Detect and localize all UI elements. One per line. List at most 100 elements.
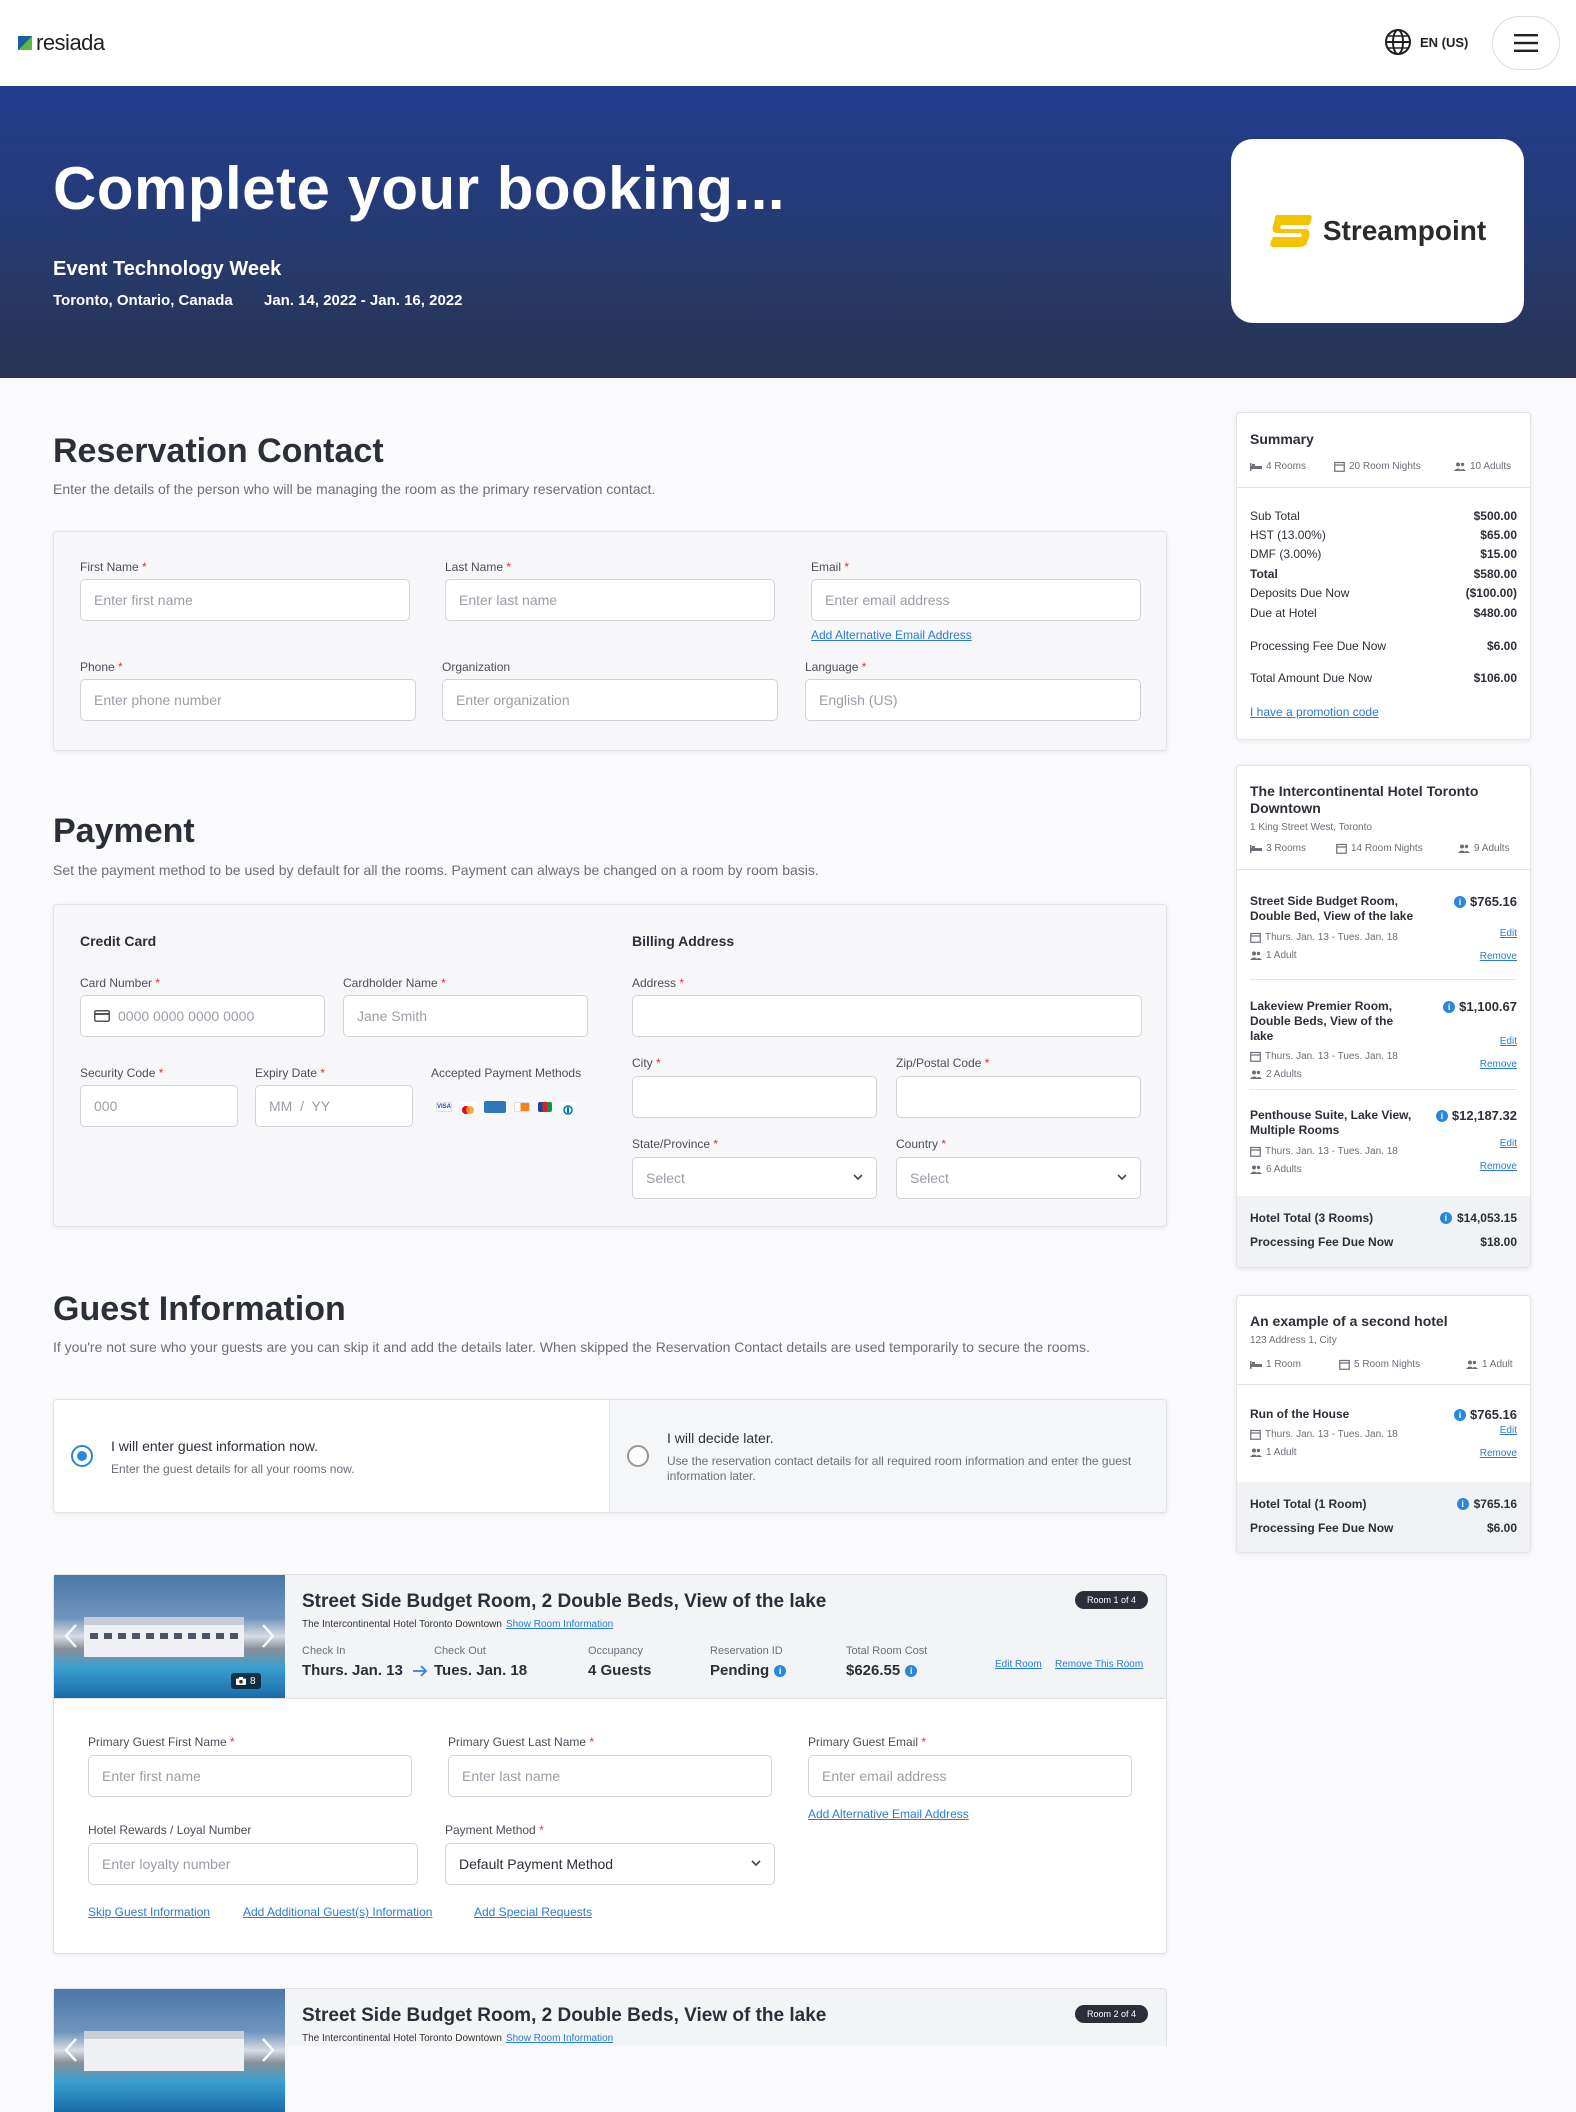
room-guests: 2 Adults	[1250, 1069, 1302, 1080]
skip-guest-information-link[interactable]: Skip Guest Information	[88, 1905, 210, 1919]
loyalty-number-input[interactable]: Enter loyalty number	[88, 1843, 418, 1885]
organization-input[interactable]: Enter organization	[442, 679, 778, 721]
first-name-input[interactable]: Enter first name	[80, 579, 410, 621]
zip-label: Zip/Postal Code *	[896, 1056, 990, 1070]
photo-count-badge[interactable]: 8	[231, 1673, 261, 1689]
add-additional-guests-link[interactable]: Add Additional Guest(s) Information	[243, 1905, 432, 1919]
reservation-id-label: Reservation ID	[710, 1645, 783, 1657]
reservation-contact-subtitle: Enter the details of the person who will…	[53, 481, 656, 497]
edit-room-link[interactable]: Edit	[1500, 928, 1517, 939]
calendar-icon	[1334, 461, 1345, 472]
primary-guest-email-input[interactable]: Enter email address	[808, 1755, 1132, 1797]
primary-guest-last-name-input[interactable]: Enter last name	[448, 1755, 772, 1797]
edit-room-link[interactable]: Edit	[1500, 1036, 1517, 1047]
room-photo[interactable]: 8	[54, 1575, 285, 1698]
room-guests: 1 Adult	[1250, 950, 1297, 961]
people-icon	[1250, 1448, 1262, 1457]
last-name-input[interactable]: Enter last name	[445, 579, 775, 621]
primary-guest-email-label: Primary Guest Email *	[808, 1735, 927, 1749]
city-input[interactable]	[632, 1076, 877, 1118]
payment-form: Credit Card Card Number * 0000 0000 0000…	[53, 904, 1167, 1227]
remove-room-link[interactable]: Remove	[1480, 1059, 1517, 1070]
calendar-icon	[1250, 1146, 1261, 1157]
hotel-processing-fee-row: Processing Fee Due Now $18.00	[1250, 1235, 1517, 1249]
room-photo[interactable]	[54, 1989, 285, 2112]
promotion-code-link[interactable]: I have a promotion code	[1250, 705, 1379, 719]
language-selector[interactable]: EN (US)	[1384, 28, 1468, 56]
summary-nights: 20 Room Nights	[1334, 461, 1421, 472]
remove-room-link[interactable]: Remove	[1480, 951, 1517, 962]
photo-count: 8	[250, 1675, 256, 1687]
guest-information-subtitle: If you're not sure who your guests are y…	[53, 1339, 1090, 1355]
edit-room-link[interactable]: Edit	[1500, 1425, 1517, 1436]
resiada-logo[interactable]: resiada	[18, 30, 105, 56]
decide-later-radio[interactable]	[627, 1445, 649, 1467]
expiry-date-input[interactable]: MM / YY	[255, 1085, 413, 1127]
phone-input[interactable]: Enter phone number	[80, 679, 416, 721]
zip-input[interactable]	[896, 1076, 1141, 1118]
remove-room-link[interactable]: Remove	[1480, 1448, 1517, 1459]
language-field-label: Language *	[805, 660, 867, 674]
chevron-left-icon[interactable]	[64, 2037, 78, 2063]
chevron-right-icon[interactable]	[261, 1623, 275, 1649]
chevron-down-icon	[1117, 1174, 1127, 1181]
billing-address-heading: Billing Address	[632, 933, 735, 949]
page-title: Complete your booking...	[53, 155, 786, 222]
total-row: Total $580.00	[1250, 567, 1517, 581]
info-icon[interactable]: i	[1456, 1498, 1469, 1510]
info-icon[interactable]: i	[1454, 1408, 1466, 1421]
room-price: i $765.16	[1454, 1407, 1517, 1422]
hotel-rooms: 3 Rooms	[1250, 843, 1306, 854]
room-title: Street Side Budget Room, 2 Double Beds, …	[302, 1591, 827, 1612]
cardholder-name-input[interactable]: Jane Smith	[343, 995, 588, 1037]
info-icon[interactable]: i	[1443, 1000, 1456, 1013]
divider	[1237, 487, 1530, 488]
decide-later-title: I will decide later.	[667, 1430, 774, 1446]
add-special-requests-link[interactable]: Add Special Requests	[474, 1905, 592, 1919]
security-code-label: Security Code *	[80, 1066, 164, 1080]
address-input[interactable]	[632, 995, 1142, 1037]
people-icon	[1250, 1070, 1262, 1079]
chevron-right-icon[interactable]	[261, 2037, 275, 2063]
logo-mark-icon	[18, 36, 32, 50]
primary-guest-first-name-input[interactable]: Enter first name	[88, 1755, 412, 1797]
deposits-row: Deposits Due Now ($100.00)	[1250, 586, 1517, 600]
info-icon[interactable]: i	[1439, 1212, 1452, 1224]
organization-label: Organization	[442, 660, 511, 674]
hotel-name: The Intercontinental Hotel Toronto Downt…	[1250, 783, 1479, 816]
payment-method-select[interactable]: Default Payment Method	[445, 1843, 775, 1885]
edit-room-link[interactable]: Edit	[1500, 1138, 1517, 1149]
chevron-left-icon[interactable]	[64, 1623, 78, 1649]
add-alternative-email-link[interactable]: Add Alternative Email Address	[808, 1807, 969, 1821]
add-alternative-email-link[interactable]: Add Alternative Email Address	[811, 628, 972, 642]
remove-room-link[interactable]: Remove This Room	[1055, 1659, 1143, 1670]
room-card-header: Street Side Budget Room, 2 Double Beds, …	[53, 1988, 1167, 2112]
hotel-address: 123 Address 1, City	[1250, 1335, 1337, 1346]
occupancy-value: 4 Guests	[588, 1662, 652, 1679]
card-number-input[interactable]: 0000 0000 0000 0000	[80, 995, 325, 1037]
state-select[interactable]: Select	[632, 1157, 877, 1199]
globe-icon	[1385, 29, 1411, 55]
show-room-information-link[interactable]: Show Room Information	[506, 1619, 613, 1630]
info-icon[interactable]: i	[1435, 1109, 1448, 1122]
last-name-label: Last Name *	[445, 560, 512, 574]
country-label: Country *	[896, 1137, 947, 1151]
country-select[interactable]: Select	[896, 1157, 1141, 1199]
show-room-information-link[interactable]: Show Room Information	[506, 2033, 613, 2044]
enter-now-radio[interactable]	[71, 1445, 93, 1467]
language-label: EN (US)	[1420, 34, 1469, 50]
check-out-label: Check Out	[434, 1645, 486, 1657]
remove-room-link[interactable]: Remove	[1480, 1161, 1517, 1172]
primary-guest-first-name-label: Primary Guest First Name *	[88, 1735, 235, 1749]
security-code-input[interactable]: 000	[80, 1085, 238, 1127]
sponsor-name: Streampoint	[1322, 215, 1487, 246]
language-input[interactable]: English (US)	[805, 679, 1141, 721]
guest-option-group: I will enter guest information now. Ente…	[53, 1399, 1167, 1513]
info-icon[interactable]: i	[774, 1664, 787, 1677]
info-icon[interactable]: i	[1454, 895, 1466, 908]
payment-method-value: Default Payment Method	[459, 1856, 614, 1872]
edit-room-link[interactable]: Edit Room	[995, 1659, 1042, 1670]
info-icon[interactable]: i	[905, 1664, 918, 1677]
email-input[interactable]: Enter email address	[811, 579, 1141, 621]
hamburger-menu-button[interactable]	[1492, 16, 1560, 70]
